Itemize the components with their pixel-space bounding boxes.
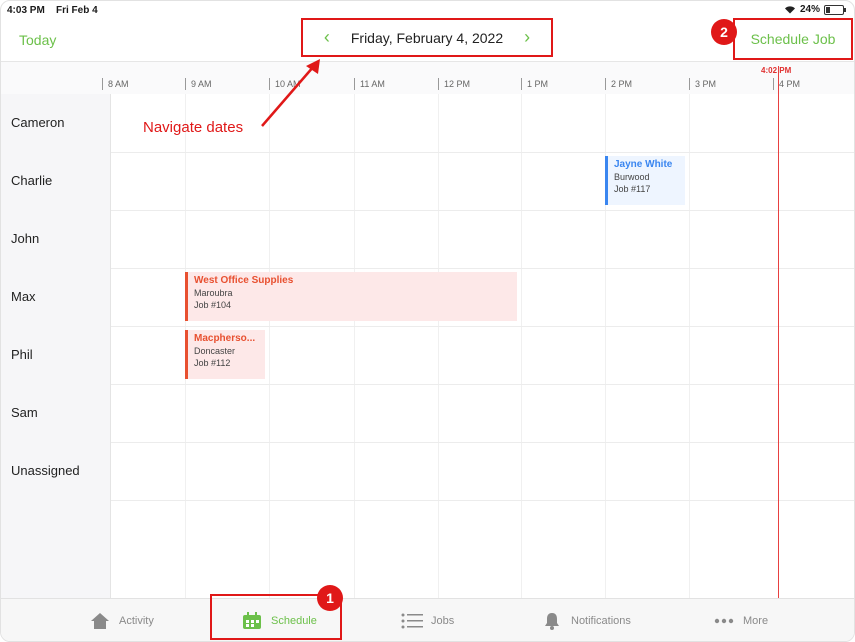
grid-row-line xyxy=(1,442,854,443)
grid-column-line xyxy=(689,94,690,598)
time-ruler: 8 AM 9 AM 10 AM 11 AM 12 PM 1 PM 2 PM 3 … xyxy=(1,62,854,94)
date-navigator: ‹ Friday, February 4, 2022 › xyxy=(301,18,553,57)
grid-row-line xyxy=(1,384,854,385)
hour-tick: 1 PM xyxy=(521,78,548,90)
hour-tick: 11 AM xyxy=(354,78,385,90)
job-title: Macpherso... xyxy=(194,333,256,344)
battery-percent: 24% xyxy=(799,4,820,15)
annotation-badge-2: 2 xyxy=(711,19,737,45)
app-frame: 4:03 PM Fri Feb 4 24% Today ‹ Friday, Fe… xyxy=(0,0,855,642)
tab-notifications[interactable]: Notifications xyxy=(541,599,631,641)
hour-tick: 3 PM xyxy=(689,78,716,90)
job-suburb: Burwood xyxy=(614,172,650,182)
tab-bar: Activity Schedule Jobs Notifications Mor… xyxy=(1,598,854,641)
current-date: Friday, February 4, 2022 xyxy=(350,29,504,46)
wifi-icon xyxy=(784,6,795,14)
tab-activity[interactable]: Activity xyxy=(89,599,154,641)
tab-label: More xyxy=(743,614,769,627)
bell-icon xyxy=(541,611,563,631)
annotation-arrow-icon xyxy=(261,59,320,127)
job-suburb: Doncaster xyxy=(194,346,236,356)
grid-column-line xyxy=(521,94,522,598)
job-title: Jayne White xyxy=(614,159,673,170)
tab-label: Activity xyxy=(119,614,154,627)
schedule-job-button[interactable]: Schedule Job xyxy=(733,18,853,60)
grid-row-line xyxy=(1,210,854,211)
hour-tick: 9 AM xyxy=(185,78,212,90)
hour-tick: 2 PM xyxy=(605,78,632,90)
staff-name[interactable]: Phil xyxy=(11,347,33,362)
grid-row-line xyxy=(1,326,854,327)
battery-icon xyxy=(824,4,846,15)
staff-name[interactable]: Unassigned xyxy=(11,463,80,478)
job-card[interactable]: Jayne White Burwood Job #117 xyxy=(605,156,685,205)
list-icon xyxy=(401,611,423,631)
grid-column-line xyxy=(269,94,270,598)
current-time-label: 4:02 PM xyxy=(761,66,792,75)
status-right: 24% xyxy=(784,4,846,15)
grid-row-line xyxy=(1,268,854,269)
annotation-badge-1: 1 xyxy=(317,585,343,611)
chevron-left-icon[interactable]: ‹ xyxy=(315,27,339,48)
staff-name[interactable]: Max xyxy=(11,289,36,304)
job-card[interactable]: West Office Supplies Maroubra Job #104 xyxy=(185,272,517,321)
current-time-line xyxy=(778,66,779,598)
job-title: West Office Supplies xyxy=(194,275,294,286)
grid-row-line xyxy=(1,152,854,153)
job-suburb: Maroubra xyxy=(194,288,233,298)
home-icon xyxy=(89,611,111,631)
job-number: Job #112 xyxy=(194,358,231,368)
more-dots-icon xyxy=(713,611,735,631)
staff-name[interactable]: Charlie xyxy=(11,173,52,188)
schedule-grid[interactable]: Cameron Charlie John Max Phil Sam Unassi… xyxy=(1,66,854,598)
hour-tick: 8 AM xyxy=(102,78,129,90)
tab-more[interactable]: More xyxy=(713,599,769,641)
staff-name[interactable]: John xyxy=(11,231,39,246)
job-card[interactable]: Macpherso... Doncaster Job #112 xyxy=(185,330,265,379)
hour-tick: 12 PM xyxy=(438,78,470,90)
job-number: Job #104 xyxy=(194,300,232,310)
tab-jobs[interactable]: Jobs xyxy=(401,599,455,641)
job-number: Job #117 xyxy=(614,184,651,194)
grid-column-line xyxy=(438,94,439,598)
annotation-navigate-dates: Navigate dates xyxy=(143,119,244,136)
tab-label: Jobs xyxy=(431,614,455,627)
status-bar: 4:03 PM Fri Feb 4 24% xyxy=(1,1,854,19)
chevron-right-icon[interactable]: › xyxy=(515,27,539,48)
grid-column-line xyxy=(354,94,355,598)
tab-label: Notifications xyxy=(571,614,631,627)
staff-name[interactable]: Sam xyxy=(11,405,38,420)
staff-column: Cameron Charlie John Max Phil Sam Unassi… xyxy=(1,94,111,598)
today-button[interactable]: Today xyxy=(19,32,56,48)
status-time: 4:03 PM xyxy=(7,5,45,16)
status-date: Fri Feb 4 xyxy=(56,5,98,16)
staff-name[interactable]: Cameron xyxy=(11,115,64,130)
battery-level xyxy=(826,6,830,13)
grid-row-line xyxy=(1,500,854,501)
